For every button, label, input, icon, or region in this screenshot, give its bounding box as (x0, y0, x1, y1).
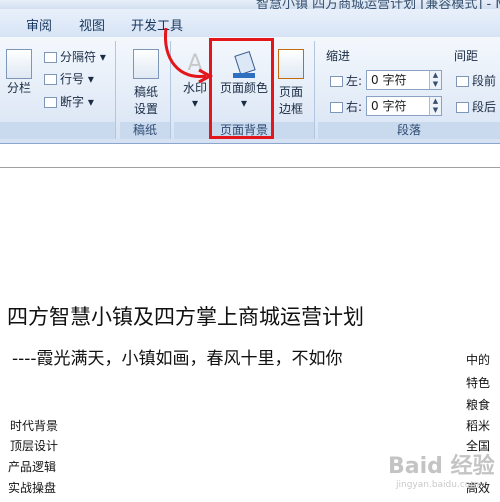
columns-label: 分栏 (6, 81, 31, 95)
document-title: 四方智慧小镇及四方掌上商城运营计划 (7, 305, 364, 329)
indent-left-input[interactable]: 0 字符 ▲ ▼ (366, 70, 442, 90)
watermark-url: jingyan.baidu.com (396, 480, 480, 490)
baidu-watermark: Baid 经验 jingyan.baidu.com (388, 448, 495, 490)
highlight-box (209, 38, 274, 139)
right-column-line-1: 中的 (466, 353, 491, 367)
line-numbers-icon (44, 74, 57, 85)
watermark-text: Baid 经验 (388, 454, 495, 479)
line-numbers-button[interactable]: 行号 ▾ (44, 70, 94, 87)
indent-right-spinner[interactable]: ▲ ▼ (429, 97, 441, 115)
outline-item-3: 产品逻辑 (8, 460, 57, 474)
spacing-before-label[interactable]: 段前 (456, 72, 496, 89)
page-borders-button[interactable]: 页面边框 (276, 49, 306, 117)
manuscript-group-label: 稿纸 (120, 122, 170, 139)
indent-left-icon (330, 76, 343, 87)
breaks-button[interactable]: 分隔符 ▾ (44, 48, 106, 65)
columns-button[interactable]: 分栏 (6, 49, 32, 96)
tab-review[interactable]: 审阅 (26, 15, 52, 34)
right-column-line-3: 粮食 (466, 398, 491, 412)
breaks-icon (44, 52, 57, 63)
menu-bar: 审阅 视图 开发工具 (0, 9, 500, 38)
outline-item-4: 实战操盘 (8, 481, 57, 495)
indent-left-spinner[interactable]: ▲ ▼ (429, 71, 441, 89)
spacing-after-icon (456, 102, 469, 113)
right-column-line-2: 特色 (466, 376, 491, 390)
spacing-title: 间距 (454, 49, 479, 63)
indent-right-input[interactable]: 0 字符 ▲ ▼ (366, 96, 442, 116)
page-setup-group: 分栏 分隔符 ▾ 行号 ▾ 断字 ▾ (0, 41, 116, 139)
page-borders-label: 页面边框 (278, 85, 303, 116)
spacing-before-icon (456, 76, 469, 87)
hyphenation-icon (44, 97, 57, 108)
title-bar: 智慧小镇 四方商城运营计划 [兼容模式] - Microsoft (0, 0, 500, 9)
indent-right-icon (330, 102, 343, 113)
outline-item-1: 时代背景 (10, 419, 59, 433)
paragraph-group-label: 段落 (318, 122, 500, 139)
spacing-after-label[interactable]: 段后 (456, 98, 496, 115)
tab-view[interactable]: 视图 (79, 15, 105, 34)
window-title: 智慧小镇 四方商城运营计划 [兼容模式] - Microsoft (256, 0, 500, 9)
indent-title: 缩进 (326, 49, 351, 63)
indent-right-label: 右: (330, 98, 362, 115)
outline-item-2: 顶层设计 (10, 439, 59, 453)
indent-left-label: 左: (330, 72, 362, 89)
page-borders-icon (278, 49, 304, 79)
columns-icon (6, 49, 32, 79)
hyphenation-button[interactable]: 断字 ▾ (44, 93, 94, 110)
page-setup-group-label (0, 122, 115, 139)
document-subtitle: ----霞光满天，小镇如画，春风十里，不如你 (12, 349, 343, 369)
paragraph-group: 缩进 左: 0 字符 ▲ ▼ 右: 0 字符 ▲ ▼ 间距 段前 段后 段落 (318, 41, 500, 139)
right-column-line-4: 稻米 (466, 419, 491, 433)
